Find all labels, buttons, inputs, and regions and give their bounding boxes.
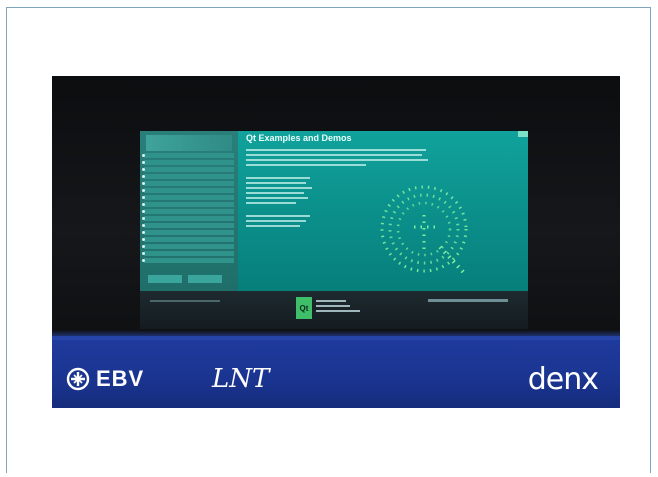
progress-line	[150, 300, 220, 302]
text-line	[246, 202, 296, 204]
text-line	[246, 182, 306, 184]
sidebar-buttons	[148, 275, 222, 283]
text-line	[246, 225, 300, 227]
text-line	[246, 149, 426, 151]
qt-logo-icon: Qt	[296, 297, 312, 319]
sidebar-item	[142, 230, 234, 235]
sidebar-item	[142, 181, 234, 186]
sidebar-item	[142, 244, 234, 249]
lnt-handwriting: LNT	[212, 364, 270, 394]
sidebar-item	[142, 202, 234, 207]
qt-tagline	[316, 297, 376, 319]
sidebar-button-left	[148, 275, 182, 283]
sidebar-item	[142, 153, 234, 158]
text-line	[246, 192, 304, 194]
sidebar-item	[142, 174, 234, 179]
sidebar-item	[142, 188, 234, 193]
sidebar-item	[142, 251, 234, 256]
screen-title: Qt Examples and Demos	[246, 133, 352, 143]
brand-band: EBV LNT denx	[52, 330, 620, 408]
sidebar-button-right	[188, 275, 222, 283]
text-line	[246, 220, 306, 222]
ebv-text: EBV	[96, 366, 145, 391]
demo-sidebar	[140, 131, 238, 291]
device-screen: Qt Examples and Demos Qt	[140, 131, 528, 329]
screen-bottom-bar: Qt	[140, 291, 528, 329]
sidebar-item	[142, 209, 234, 214]
volume-slider	[428, 299, 508, 302]
sidebar-item	[142, 216, 234, 221]
band-shine	[52, 330, 620, 340]
text-line	[246, 159, 428, 161]
sidebar-header	[146, 135, 232, 151]
text-line	[246, 197, 308, 199]
text-line	[246, 177, 310, 179]
denx-logo: denx	[527, 362, 599, 397]
ebv-mark-icon	[66, 367, 90, 391]
sidebar-item	[142, 160, 234, 165]
sidebar-item	[142, 237, 234, 242]
ebv-logo: EBV	[66, 366, 144, 392]
sidebar-item	[142, 223, 234, 228]
text-line	[246, 154, 422, 156]
sidebar-item	[142, 195, 234, 200]
outer-frame: Qt Examples and Demos Qt EBV LNT denx	[6, 7, 651, 473]
sidebar-item	[142, 167, 234, 172]
device-photo: Qt Examples and Demos Qt EBV LNT denx	[52, 76, 620, 408]
text-line	[246, 164, 366, 166]
sidebar-item	[142, 258, 234, 263]
demo-content: Qt Examples and Demos	[238, 131, 528, 291]
text-line	[246, 215, 310, 217]
qt-dotted-logo-icon	[380, 185, 468, 277]
text-line	[246, 187, 312, 189]
corner-tab	[518, 131, 528, 137]
